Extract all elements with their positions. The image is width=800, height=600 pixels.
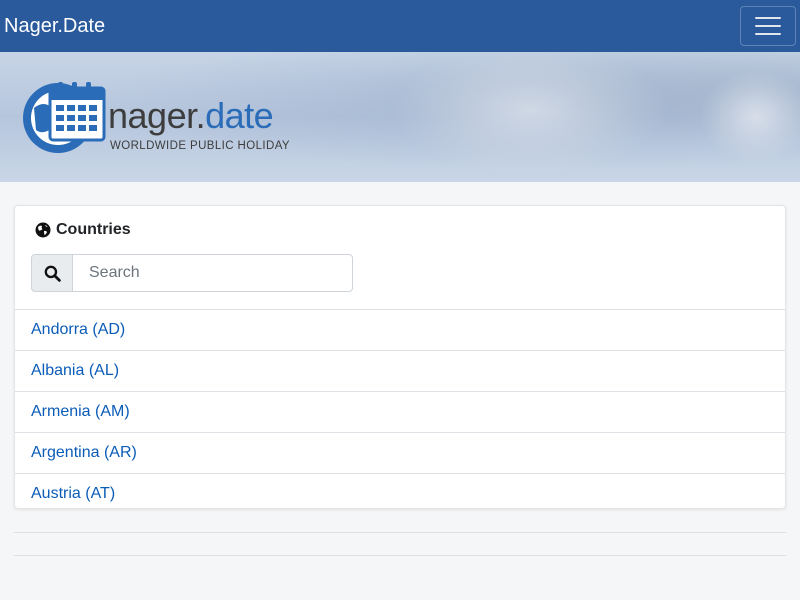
country-list: Andorra (AD) Albania (AL) Armenia (AM) A… xyxy=(15,310,785,508)
nager-date-logo: nager.date WORLDWIDE PUBLIC HOLIDAY xyxy=(20,78,310,158)
globe-icon xyxy=(35,222,51,238)
countries-card: Countries Andorra (AD) Albania (AL) Arme… xyxy=(14,205,786,509)
banner-map-shape xyxy=(690,62,800,172)
search-addon xyxy=(31,254,73,292)
section-divider xyxy=(14,555,786,556)
banner-map-shape xyxy=(380,52,680,182)
brand-link[interactable]: Nager.Date xyxy=(4,0,105,52)
hamburger-menu-icon xyxy=(755,33,781,35)
search-icon xyxy=(44,265,61,282)
countries-title: Countries xyxy=(35,221,131,239)
list-item: Armenia (AM) xyxy=(15,392,785,433)
country-link-at[interactable]: Austria (AT) xyxy=(31,485,115,503)
country-link-ar[interactable]: Argentina (AR) xyxy=(31,444,137,462)
country-link-am[interactable]: Armenia (AM) xyxy=(31,403,130,421)
logo-word-part2: date xyxy=(205,95,274,136)
country-link-al[interactable]: Albania (AL) xyxy=(31,362,119,380)
hamburger-menu-icon xyxy=(755,17,781,19)
hero-banner: nager.date WORLDWIDE PUBLIC HOLIDAY xyxy=(0,52,800,182)
list-item: Austria (AT) xyxy=(15,474,785,508)
globe-calendar-icon xyxy=(23,82,106,153)
country-search-group xyxy=(31,254,353,292)
countries-title-text: Countries xyxy=(56,221,131,238)
hamburger-menu-icon xyxy=(755,25,781,27)
top-navbar: Nager.Date xyxy=(0,0,800,52)
logo-word-part1: nager. xyxy=(108,95,206,136)
countries-card-header: Countries xyxy=(15,206,785,310)
list-item: Andorra (AD) xyxy=(15,310,785,351)
logo-wordmark: nager.date xyxy=(108,95,274,136)
section-divider xyxy=(14,532,786,533)
country-search-input[interactable] xyxy=(73,254,353,292)
country-link-ad[interactable]: Andorra (AD) xyxy=(31,321,125,339)
menu-toggle-button[interactable] xyxy=(740,6,796,46)
list-item: Albania (AL) xyxy=(15,351,785,392)
logo-tagline: WORLDWIDE PUBLIC HOLIDAY xyxy=(110,140,290,152)
list-item: Argentina (AR) xyxy=(15,433,785,474)
